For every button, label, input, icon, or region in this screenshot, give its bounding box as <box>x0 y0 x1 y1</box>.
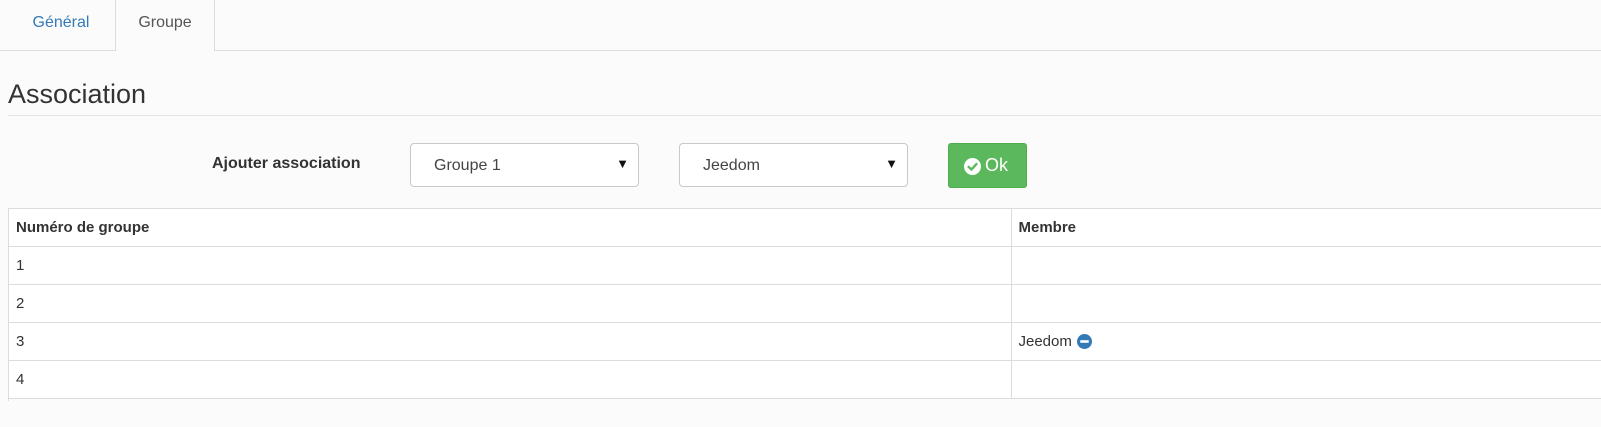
section-divider <box>8 115 1601 116</box>
group-number-cell: 3 <box>9 322 1012 361</box>
member-cell <box>1011 284 1601 323</box>
column-header-group-number: Numéro de groupe <box>9 209 1012 247</box>
member-entry: Jeedom <box>1019 333 1092 350</box>
tab-bar: Général Groupe <box>0 0 1601 51</box>
add-association-label: Ajouter association <box>212 155 361 172</box>
ok-button-label: Ok <box>985 155 1009 175</box>
member-cell <box>1011 360 1601 399</box>
column-header-member: Membre <box>1011 209 1601 247</box>
member-cell <box>1011 246 1601 285</box>
caret-down-icon: ▼ <box>616 156 629 171</box>
tab-groupe[interactable]: Groupe <box>115 0 215 51</box>
member-name: Jeedom <box>1018 333 1072 350</box>
table-header-row: Numéro de groupe Membre <box>9 209 1601 247</box>
section-title: Association <box>8 79 147 109</box>
group-select-value: Groupe 1 <box>434 157 501 174</box>
check-circle-icon <box>964 158 981 175</box>
association-table: Numéro de groupe Membre 1 2 3 Jeedom 4 <box>8 208 1601 401</box>
member-select-value: Jeedom <box>703 157 760 174</box>
minus-circle-icon[interactable] <box>1076 334 1092 349</box>
table-row: 2 <box>9 284 1601 323</box>
table-row: 3 Jeedom <box>9 322 1601 361</box>
tab-general[interactable]: Général <box>8 0 114 50</box>
group-number-cell: 4 <box>9 360 1012 399</box>
member-select[interactable]: Jeedom ▼ <box>679 143 908 187</box>
table-row: 1 <box>9 246 1601 285</box>
group-number-cell: 1 <box>9 246 1012 285</box>
group-select[interactable]: Groupe 1 ▼ <box>410 143 639 187</box>
caret-down-icon: ▼ <box>885 156 898 171</box>
ok-button[interactable]: Ok <box>948 143 1027 188</box>
member-cell: Jeedom <box>1011 322 1601 361</box>
table-row: 4 <box>9 360 1601 399</box>
group-number-cell: 2 <box>9 284 1012 323</box>
